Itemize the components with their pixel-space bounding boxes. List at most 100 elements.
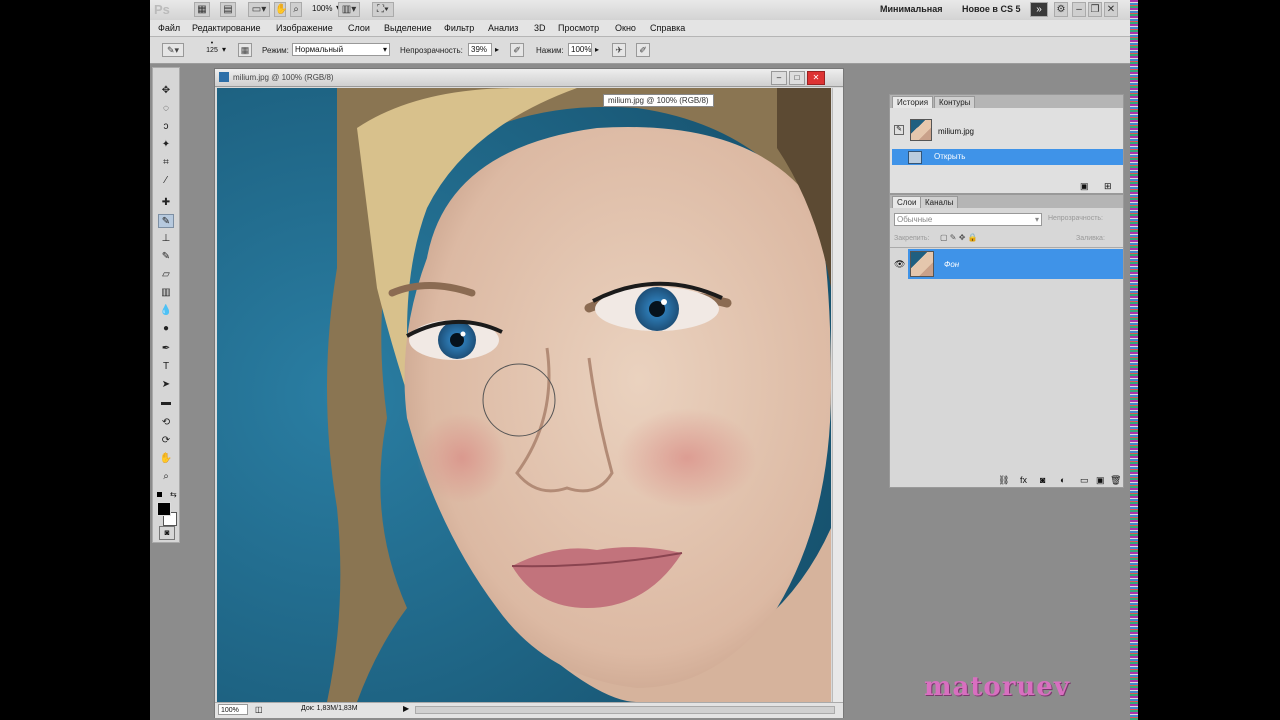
zoom-level[interactable]: 100% <box>312 4 332 13</box>
tab-channels[interactable]: Каналы <box>920 196 959 208</box>
delete-history-icon[interactable]: ⊞ <box>1104 181 1112 192</box>
history-panel-tabs: История Контуры <box>890 95 1123 108</box>
lasso-tool-icon[interactable]: ↄ <box>158 120 174 134</box>
doc-maximize-button[interactable]: □ <box>789 71 805 85</box>
mode-select[interactable]: Нормальный ▾ <box>292 43 390 56</box>
eraser-tool-icon[interactable]: ▱ <box>158 268 174 282</box>
arrange-documents-button[interactable]: ▥▾ <box>338 2 360 17</box>
doc-close-button[interactable]: ✕ <box>807 71 825 85</box>
status-nav-icon[interactable]: ◫ <box>255 705 263 714</box>
menu-analysis[interactable]: Анализ <box>488 23 518 33</box>
menu-file[interactable]: Файл <box>158 23 180 33</box>
blur-tool-icon[interactable]: 💧 <box>158 304 174 318</box>
zoom-tool-icon[interactable]: ⌕ <box>158 470 174 484</box>
healing-brush-tool-icon[interactable]: ✚ <box>158 196 174 210</box>
tab-layers[interactable]: Слои <box>892 196 922 208</box>
more-workspaces-button[interactable]: » <box>1030 2 1048 17</box>
foreground-color-swatch[interactable] <box>157 502 171 516</box>
cs-live-icon[interactable]: ⚙ <box>1054 2 1068 17</box>
quick-mask-icon[interactable]: ◙ <box>159 526 175 540</box>
photoshop-window: Ps ▦ ▤ ▭▾ ✋ ⌕ 100% ▾ ▥▾ ⛶▾ Минимальная Н… <box>150 0 1130 720</box>
brush-preset-picker[interactable]: • 125 <box>204 40 220 60</box>
close-button[interactable]: ✕ <box>1104 2 1118 17</box>
history-brush-source-icon[interactable]: ✎ <box>894 125 904 135</box>
history-brush-tool-icon[interactable]: ✎ <box>158 250 174 264</box>
workspace-new-in-cs5[interactable]: Новое в CS 5 <box>962 4 1020 14</box>
menu-layers[interactable]: Слои <box>348 23 370 33</box>
tablet-opacity-icon[interactable]: ✐ <box>510 43 524 57</box>
opacity-dropdown-icon[interactable]: ▸ <box>495 45 499 54</box>
doc-minimize-button[interactable]: – <box>771 71 787 85</box>
eyedropper-tool-icon[interactable]: ⁄ <box>158 174 174 188</box>
new-group-icon[interactable]: ▭ <box>1080 475 1089 486</box>
menu-image[interactable]: Изображение <box>276 23 333 33</box>
pressure-field[interactable]: 100% <box>568 43 592 56</box>
menu-select[interactable]: Выделение <box>384 23 432 33</box>
pen-tool-icon[interactable]: ✒ <box>158 342 174 356</box>
layer-row[interactable]: Фон <box>908 249 1123 279</box>
tab-paths[interactable]: Контуры <box>934 96 976 108</box>
brush-tool-icon[interactable]: ✎ <box>158 214 174 228</box>
move-tool-icon[interactable]: ✥ <box>158 84 174 98</box>
brush-panel-toggle-icon[interactable]: ▦ <box>238 43 252 57</box>
brush-size: 125 <box>206 47 218 54</box>
status-menu-icon[interactable]: ▶ <box>403 704 409 713</box>
launch-bridge-button[interactable]: ▦ <box>194 2 210 17</box>
airbrush-icon[interactable]: ✈ <box>612 43 626 57</box>
menu-edit[interactable]: Редактирование <box>192 23 261 33</box>
opacity-label: Непрозрачность: <box>400 46 463 55</box>
clone-stamp-tool-icon[interactable]: ⊥ <box>158 232 174 246</box>
path-selection-tool-icon[interactable]: ➤ <box>158 378 174 392</box>
snapshot-thumbnail[interactable] <box>910 119 932 141</box>
workspace-minimal[interactable]: Минимальная <box>880 4 943 14</box>
3d-rotate-tool-icon[interactable]: ⟲ <box>158 416 174 430</box>
swap-colors-icon[interactable]: ⇆ <box>170 490 177 499</box>
default-colors-icon[interactable] <box>157 492 162 497</box>
pressure-dropdown-icon[interactable]: ▸ <box>595 45 599 54</box>
type-tool-icon[interactable]: T <box>158 360 174 374</box>
horizontal-scrollbar[interactable] <box>415 706 835 714</box>
watermark: matoruev <box>924 672 1070 702</box>
zoom-tool-button[interactable]: ⌕ <box>290 2 302 17</box>
tool-preset-picker[interactable]: ✎▾ <box>162 43 184 57</box>
document-title-bar[interactable]: milium.jpg @ 100% (RGB/8) – □ ✕ <box>215 69 843 87</box>
menu-help[interactable]: Справка <box>650 23 685 33</box>
layer-visibility-eye-icon[interactable]: 👁 <box>894 259 905 270</box>
menu-view[interactable]: Просмотр <box>558 23 599 33</box>
menu-filter[interactable]: Фильтр <box>444 23 474 33</box>
gradient-tool-icon[interactable]: ▥ <box>158 286 174 300</box>
hand-tool-button[interactable]: ✋ <box>274 2 287 17</box>
layer-mask-icon[interactable]: ◙ <box>1040 475 1045 485</box>
mini-bridge-button[interactable]: ▤ <box>220 2 236 17</box>
image-canvas[interactable]: milium.jpg @ 100% (RGB/8) <box>217 88 831 702</box>
shape-tool-icon[interactable]: ▬ <box>158 396 174 410</box>
vertical-scrollbar[interactable] <box>832 88 843 702</box>
blend-mode-select[interactable]: Обычные ▾ <box>894 213 1042 226</box>
3d-orbit-tool-icon[interactable]: ⟳ <box>158 434 174 448</box>
lock-icons[interactable]: ▢ ✎ ✥ 🔒 <box>940 233 978 242</box>
layer-style-icon[interactable]: fx <box>1020 475 1027 485</box>
new-layer-icon[interactable]: ▣ <box>1096 475 1105 486</box>
dodge-tool-icon[interactable]: ● <box>158 322 174 336</box>
tablet-size-icon[interactable]: ✐ <box>636 43 650 57</box>
minimize-button[interactable]: – <box>1072 2 1086 17</box>
status-zoom-field[interactable]: 100% <box>218 704 248 715</box>
history-step-row[interactable]: Открыть <box>892 149 1123 165</box>
restore-button[interactable]: ❐ <box>1088 2 1102 17</box>
delete-layer-icon[interactable]: 🗑 <box>1110 475 1121 486</box>
view-extras-button[interactable]: ▭▾ <box>248 2 270 17</box>
tab-history[interactable]: История <box>892 96 934 108</box>
quick-selection-tool-icon[interactable]: ✦ <box>158 138 174 152</box>
menu-window[interactable]: Окно <box>615 23 636 33</box>
brush-dropdown-icon[interactable]: ▾ <box>222 45 226 54</box>
screen-mode-button[interactable]: ⛶▾ <box>372 2 394 17</box>
snapshot-name[interactable]: milium.jpg <box>938 127 974 136</box>
crop-tool-icon[interactable]: ⌗ <box>158 156 174 170</box>
hand-tool-icon[interactable]: ✋ <box>158 452 174 466</box>
opacity-field[interactable]: 39% <box>468 43 492 56</box>
new-snapshot-icon[interactable]: ▣ <box>1080 181 1089 192</box>
marquee-tool-icon[interactable]: ◌ <box>158 102 174 116</box>
menu-3d[interactable]: 3D <box>534 23 546 33</box>
adjustment-layer-icon[interactable]: ◐ <box>1060 475 1065 485</box>
link-layers-icon[interactable]: ⛓ <box>998 475 1009 486</box>
